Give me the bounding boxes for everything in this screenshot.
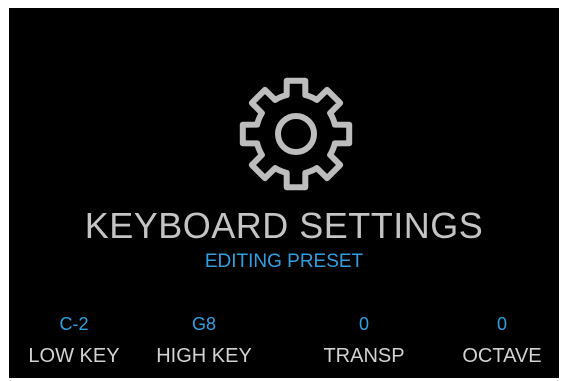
settings-screen: KEYBOARD SETTINGS EDITING PRESET C-2 LOW…	[9, 8, 559, 378]
preset-status: EDITING PRESET	[204, 251, 364, 272]
param-low-key[interactable]: C-2 LOW KEY	[9, 314, 139, 368]
octave-label: OCTAVE	[462, 345, 542, 367]
transpose-label: TRANSP	[323, 345, 405, 367]
param-transpose[interactable]: 0 TRANSP	[299, 314, 429, 368]
low-key-label: LOW KEY	[28, 345, 120, 367]
page-title: KEYBOARD SETTINGS	[84, 205, 484, 246]
gear-icon	[239, 77, 353, 191]
transpose-value: 0	[358, 314, 369, 334]
parameter-row: C-2 LOW KEY G8 HIGH KEY 0 TRANSP 0 OCTAV…	[9, 314, 559, 378]
high-key-label: HIGH KEY	[156, 345, 252, 367]
high-key-value: G8	[191, 314, 216, 334]
param-octave[interactable]: 0 OCTAVE	[437, 314, 559, 368]
param-high-key[interactable]: G8 HIGH KEY	[139, 314, 269, 368]
low-key-value: C-2	[59, 314, 89, 334]
octave-value: 0	[496, 314, 507, 334]
